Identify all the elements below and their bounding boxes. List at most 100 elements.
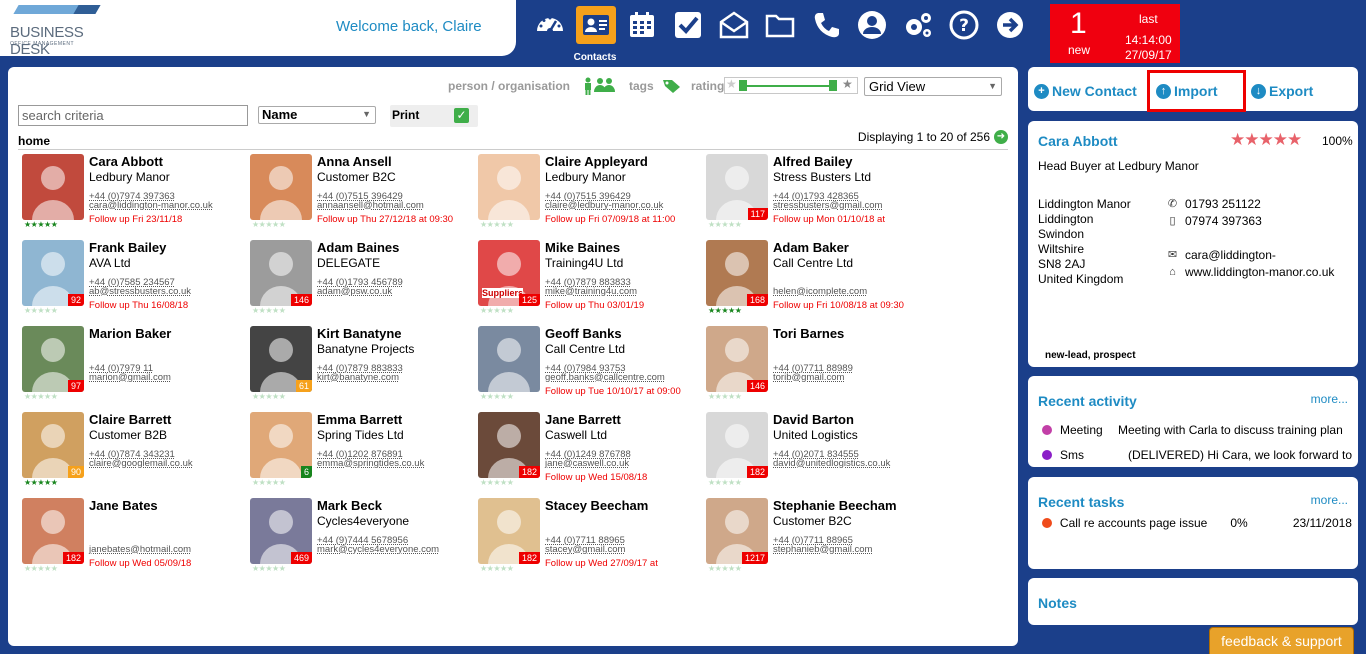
contact-photo[interactable] <box>478 326 540 392</box>
person-organisation-filter[interactable]: person / organisation <box>448 79 570 93</box>
contact-photo[interactable]: 92 <box>22 240 84 306</box>
contact-photo[interactable]: 168 <box>706 240 768 306</box>
rating-handle-min[interactable] <box>739 80 747 91</box>
contact-email[interactable]: stephanieb@gmail.com <box>773 544 872 555</box>
sort-select[interactable]: Name ▼ <box>258 106 376 124</box>
activity-item[interactable]: Meeting Meeting with Carla to discuss tr… <box>1042 423 1343 437</box>
contact-name[interactable]: Marion Baker <box>89 326 171 341</box>
contact-email[interactable]: annaansell@hotmail.com <box>317 200 424 211</box>
task-item[interactable]: Call re accounts page issue 0% 23/11/201… <box>1042 516 1352 530</box>
rating-stars[interactable]: ★★★★★ <box>252 478 286 487</box>
breadcrumb[interactable]: home <box>18 134 50 148</box>
export-button[interactable]: ↓ Export <box>1251 83 1313 99</box>
phone-icon[interactable] <box>806 6 846 44</box>
contact-photo[interactable]: 182 <box>22 498 84 564</box>
folder-icon[interactable] <box>760 6 800 44</box>
contacts-icon[interactable] <box>576 6 616 44</box>
contact-name[interactable]: Anna Ansell <box>317 154 392 169</box>
contact-card[interactable]: 182 David Barton United Logistics +44 (0)20… <box>706 412 934 498</box>
contact-email[interactable]: marion@gmail.com <box>89 372 171 383</box>
contact-name[interactable]: Geoff Banks <box>545 326 622 341</box>
app-logo[interactable]: BUSINESS DESK OFFICE MANAGEMENT <box>8 5 120 58</box>
contact-photo[interactable]: 61 <box>250 326 312 392</box>
contact-card[interactable]: 61 Kirt Banatyne Banatyne Projects +44 (0)7… <box>250 326 478 412</box>
view-select[interactable]: Grid View ▼ <box>864 77 1002 96</box>
rating-stars[interactable]: ★★★★★ <box>24 220 58 229</box>
feedback-support-button[interactable]: feedback & support <box>1209 627 1354 654</box>
contact-card[interactable]: 6 Emma Barrett Spring Tides Ltd +44 (0)1202… <box>250 412 478 498</box>
contact-tags[interactable]: new-lead, prospect <box>1045 350 1136 361</box>
contact-photo[interactable]: 146 <box>250 240 312 306</box>
contact-card[interactable]: 146 Adam Baines DELEGATE +44 (0)1793 456789… <box>250 240 478 326</box>
rating-stars[interactable]: ★★★★★ <box>708 478 742 487</box>
mobile-row[interactable]: ▯ 07974 397363 <box>1166 213 1334 230</box>
contact-photo[interactable]: 1217 <box>706 498 768 564</box>
contact-email[interactable]: ab@stressbusters.co.uk <box>89 286 191 297</box>
tag-icon[interactable] <box>662 78 682 97</box>
rating-stars[interactable]: ★★★★★ <box>708 220 742 229</box>
contact-card[interactable]: 117 Alfred Bailey Stress Busters Ltd +44 (0… <box>706 154 934 240</box>
rating-stars[interactable]: ★★★★★ <box>708 564 742 573</box>
contact-card[interactable]: Geoff Banks Call Centre Ltd +44 (0)7984 93… <box>478 326 706 412</box>
contact-email[interactable]: stacey@gmail.com <box>545 544 625 555</box>
contact-name[interactable]: Claire Barrett <box>89 412 171 427</box>
rating-stars[interactable]: ★★★★★ <box>24 306 58 315</box>
contact-email[interactable]: emma@springtides.co.uk <box>317 458 424 469</box>
contact-card[interactable]: 182 Jane Barrett Caswell Ltd +44 (0)1249 87… <box>478 412 706 498</box>
contact-email[interactable]: torib@gmail.com <box>773 372 844 383</box>
contact-card[interactable]: 92 Frank Bailey AVA Ltd +44 (0)7585 234567 a… <box>22 240 250 326</box>
contact-photo[interactable] <box>478 154 540 220</box>
contact-name[interactable]: Claire Appleyard <box>545 154 648 169</box>
tasks-more-link[interactable]: more... <box>1311 493 1348 507</box>
user-icon[interactable] <box>852 6 892 44</box>
contact-email[interactable]: geoff.banks@callcentre.com <box>545 372 665 383</box>
contact-photo[interactable]: Suppliers 125 <box>478 240 540 306</box>
mail-icon[interactable] <box>714 6 754 44</box>
contact-email[interactable]: claire@googlemail.co.uk <box>89 458 193 469</box>
contact-email[interactable]: helen@icomplete.com <box>773 286 867 297</box>
print-toggle[interactable]: Print ✓ <box>390 105 478 127</box>
tags-filter[interactable]: tags <box>629 79 654 93</box>
rating-stars[interactable]: ★★★★★ <box>708 306 742 315</box>
email-row[interactable]: ✉ cara@liddington- <box>1166 247 1334 264</box>
contact-photo[interactable]: 469 <box>250 498 312 564</box>
contact-name[interactable]: Cara Abbott <box>1038 133 1118 149</box>
contact-card[interactable]: Suppliers 125 Mike Baines Training4U Ltd +44… <box>478 240 706 326</box>
rating-stars[interactable]: ★★★★★ <box>480 306 514 315</box>
contact-email[interactable]: mike@training4u.com <box>545 286 637 297</box>
website-row[interactable]: ⌂ www.liddington-manor.co.uk <box>1166 264 1334 281</box>
next-page-icon[interactable]: ➜ <box>994 130 1008 144</box>
help-icon[interactable]: ? <box>944 6 984 44</box>
contact-card[interactable]: 182 Jane Bates janebates@hotmail.com Follow… <box>22 498 250 584</box>
rating-stars[interactable]: ★★★★★ <box>708 392 742 401</box>
contact-email[interactable]: janebates@hotmail.com <box>89 544 191 555</box>
contact-name[interactable]: Stacey Beecham <box>545 498 648 513</box>
contact-photo[interactable]: 117 <box>706 154 768 220</box>
contact-email[interactable]: david@unitedlogistics.co.uk <box>773 458 890 469</box>
rating-stars[interactable]: ★★★★★ <box>252 564 286 573</box>
contact-name[interactable]: Kirt Banatyne <box>317 326 402 341</box>
activity-item[interactable]: Sms (DELIVERED) Hi Cara, we look forward… <box>1042 448 1352 462</box>
rating-stars[interactable]: ★★★★★ <box>480 220 514 229</box>
contact-email[interactable]: adam@psw.co.uk <box>317 286 392 297</box>
contact-photo[interactable]: 6 <box>250 412 312 478</box>
new-contact-button[interactable]: + New Contact <box>1034 83 1137 99</box>
contact-email[interactable]: cara@liddington-manor.co.uk <box>89 200 213 211</box>
contact-name[interactable]: Emma Barrett <box>317 412 402 427</box>
contact-photo[interactable]: 182 <box>478 498 540 564</box>
contact-name[interactable]: Jane Barrett <box>545 412 621 427</box>
rating-stars[interactable]: ★★★★★ <box>24 392 58 401</box>
contact-email[interactable]: claire@ledbury-manor.co.uk <box>545 200 663 211</box>
contact-photo[interactable] <box>22 154 84 220</box>
tasks-icon[interactable] <box>668 6 708 44</box>
contact-card[interactable]: 97 Marion Baker +44 (0)7979 11 marion@gmail… <box>22 326 250 412</box>
contact-photo[interactable]: 182 <box>706 412 768 478</box>
rating-stars[interactable]: ★★★★★ <box>252 306 286 315</box>
contact-email[interactable]: kirt@banatyne.com <box>317 372 399 383</box>
rating-stars[interactable]: ★★★★★ <box>480 478 514 487</box>
calendar-icon[interactable] <box>622 6 662 44</box>
contact-name[interactable]: Alfred Bailey <box>773 154 852 169</box>
phone-row[interactable]: ✆ 01793 251122 <box>1166 196 1334 213</box>
contact-email[interactable]: mark@cycles4everyone.com <box>317 544 439 555</box>
contact-name[interactable]: Adam Baines <box>317 240 399 255</box>
